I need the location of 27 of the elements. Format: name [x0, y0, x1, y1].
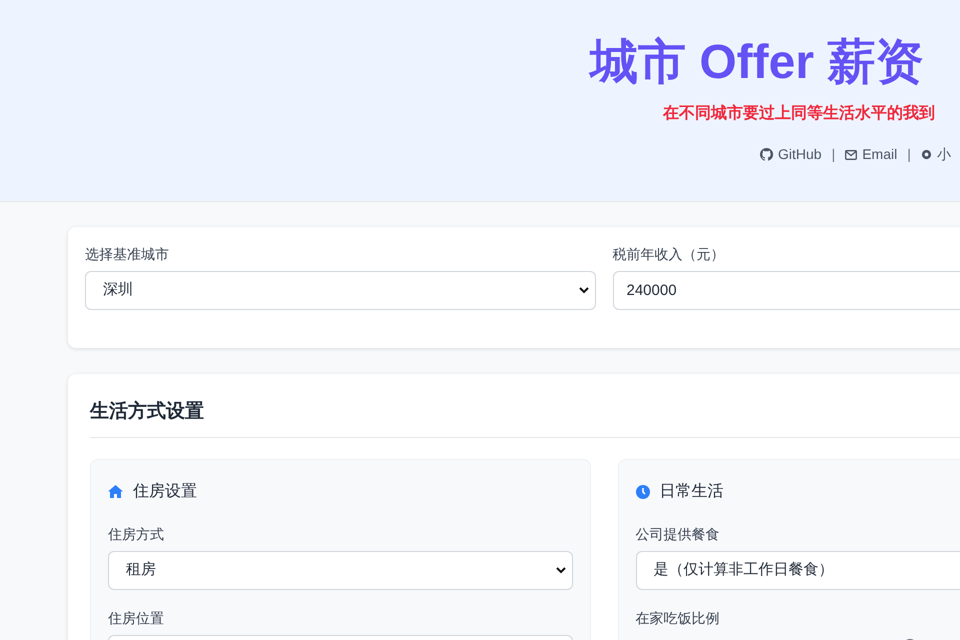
field-label: 在家吃饭比例 [636, 608, 720, 628]
github-icon [760, 148, 773, 161]
subtitle: 在不同城市要过上同等生活水平的我到 [663, 103, 935, 124]
meal-select[interactable]: 是（仅计算非工作日餐食） [636, 550, 960, 590]
income-input[interactable]: 240000 [612, 271, 960, 310]
housing-type-select[interactable]: 租房 [108, 550, 572, 590]
footer-link[interactable]: GitHub [760, 144, 822, 165]
field-label: 选择基准城市 [85, 245, 169, 264]
city-select[interactable]: 深圳 [85, 271, 596, 310]
panel-title: 日常生活 [660, 482, 724, 502]
envelope-icon [845, 150, 858, 160]
page-title: 城市 Offer 薪资 [590, 35, 924, 91]
field-label: 税前年收入（元） [612, 245, 724, 264]
panel-title: 住房设置 [133, 482, 197, 502]
footer-link[interactable]: 小 [920, 144, 951, 165]
section-title: 生活方式设置 [90, 401, 204, 422]
field-label: 公司提供餐食 [636, 524, 720, 544]
flower-icon [920, 149, 932, 160]
home-icon [108, 485, 123, 498]
field-label: 住房方式 [108, 524, 164, 544]
chevron-down-icon [556, 566, 566, 574]
footer-link[interactable]: Email [845, 144, 898, 165]
chevron-down-icon [578, 287, 588, 294]
clock-icon [636, 484, 650, 498]
separator: | [832, 145, 836, 164]
separator: | [907, 145, 911, 164]
field-label: 住房位置 [108, 608, 164, 628]
